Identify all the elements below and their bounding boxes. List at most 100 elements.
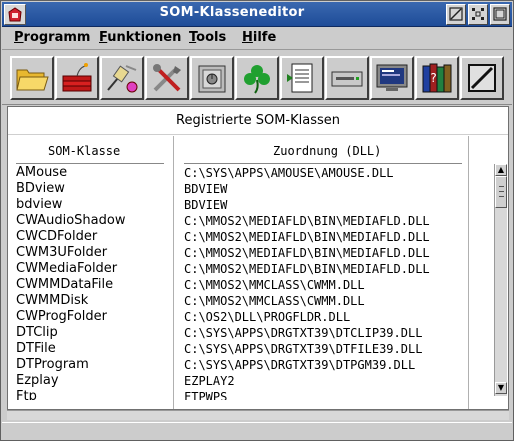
dll-path-cell: C:\MMOS2\MEDIAFLD\BIN\MEDIAFLD.DLL — [184, 262, 430, 276]
window-icon — [8, 7, 22, 22]
dll-path-cell: C:\MMOS2\MEDIAFLD\BIN\MEDIAFLD.DLL — [184, 246, 430, 260]
unplug-icon — [107, 65, 138, 93]
shredder-icon — [468, 64, 496, 92]
class-name-cell: CWAudioShadow — [16, 213, 126, 228]
dll-path-cell: BDVIEW — [184, 198, 228, 212]
dll-path-cell: BDVIEW — [184, 182, 228, 196]
menu-hilfe[interactable]: Hilfe — [242, 30, 276, 45]
hide-icon — [449, 7, 463, 21]
list-item[interactable]: AMouse C:\SYS\APPS\AMOUSE\AMOUSE.DLL — [8, 165, 468, 181]
list-item[interactable]: DTProgram C:\SYS\APPS\DRGTXT39\DTPGM39.DL… — [8, 357, 468, 373]
monitor-icon — [376, 64, 408, 91]
drive-icon — [331, 71, 363, 87]
menu-bar: Programm Funktionen Tools Hilfe — [2, 28, 512, 50]
list-item[interactable]: BDview BDVIEW — [8, 181, 468, 197]
scroll-up-arrow[interactable]: ▲ — [495, 164, 507, 176]
menu-programm[interactable]: Programm — [14, 30, 90, 45]
menu-tools[interactable]: Tools — [189, 30, 226, 45]
safe-icon — [198, 65, 226, 93]
restore-icon — [472, 8, 484, 20]
class-list: AMouse C:\SYS\APPS\AMOUSE\AMOUSE.DLL BDvie… — [8, 164, 468, 400]
hide-button[interactable] — [446, 4, 466, 25]
vertical-scrollbar[interactable]: ▲ ▼ — [494, 164, 507, 396]
list-item[interactable]: CWMMDisk C:\MMOS2\MMCLASS\CWMM.DLL — [8, 293, 468, 309]
toolbar: ? — [2, 51, 512, 105]
scroll-thumb[interactable] — [495, 176, 507, 208]
dll-path-cell: C:\SYS\APPS\DRGTXT39\DTCLIP39.DLL — [184, 326, 423, 340]
dll-path-cell: C:\MMOS2\MMCLASS\CWMM.DLL — [184, 278, 365, 292]
class-name-cell: AMouse — [16, 165, 68, 180]
repair-tools-icon — [153, 64, 181, 92]
class-name-cell: DTFile — [16, 341, 56, 356]
class-name-cell: Ftp — [16, 389, 37, 400]
dll-path-cell: C:\MMOS2\MMCLASS\CWMM.DLL — [184, 294, 365, 308]
window-title: SOM-Klasseneditor — [159, 5, 305, 20]
restore-button[interactable] — [468, 4, 488, 25]
grip-line — [499, 191, 504, 192]
grip-line — [499, 186, 504, 187]
class-name-cell: CWProgFolder — [16, 309, 107, 324]
list-item[interactable]: Ftp FTPWPS — [8, 389, 468, 400]
list-item[interactable]: CWCDFolder C:\MMOS2\MEDIAFLD\BIN\MEDIAFLD… — [8, 229, 468, 245]
register-document-icon — [287, 63, 313, 93]
dll-path-cell: FTPWPS — [184, 390, 228, 400]
class-name-cell: CWCDFolder — [16, 229, 98, 244]
drive-button[interactable] — [325, 56, 369, 100]
dll-path-cell: C:\SYS\APPS\AMOUSE\AMOUSE.DLL — [184, 166, 394, 180]
exit-button[interactable] — [460, 56, 504, 100]
list-item[interactable]: DTFile C:\SYS\APPS\DRGTXT39\DTFILE39.DLL — [8, 341, 468, 357]
dll-path-cell: C:\OS2\DLL\PROGFLDR.DLL — [184, 310, 351, 324]
svg-text:?: ? — [430, 71, 436, 85]
panel-title: Registrierte SOM-Klassen — [8, 107, 508, 135]
list-item[interactable]: CWAudioShadow C:\MMOS2\MEDIAFLD\BIN\MEDIA… — [8, 213, 468, 229]
list-item[interactable]: CWMMDataFile C:\MMOS2\MMCLASS\CWMM.DLL — [8, 277, 468, 293]
title-bar[interactable]: SOM-Klasseneditor — [2, 2, 512, 27]
column-header-dll[interactable]: Zuordnung (DLL) — [273, 144, 381, 158]
class-name-cell: bdview — [16, 197, 63, 212]
list-item[interactable]: CWMediaFolder C:\MMOS2\MEDIAFLD\BIN\MEDIA… — [8, 261, 468, 277]
list-item[interactable]: Ezplay EZPLAY2 — [8, 373, 468, 389]
dll-path-cell: C:\SYS\APPS\DRGTXT39\DTPGM39.DLL — [184, 358, 416, 372]
scroll-down-arrow[interactable]: ▼ — [495, 382, 507, 394]
class-name-cell: CWMediaFolder — [16, 261, 118, 276]
monitor-button[interactable] — [370, 56, 414, 100]
main-window: SOM-Klasseneditor Programm Funktionen To… — [0, 0, 514, 441]
repair-button[interactable] — [145, 56, 189, 100]
class-name-cell: DTClip — [16, 325, 58, 340]
dll-path-cell: C:\MMOS2\MEDIAFLD\BIN\MEDIAFLD.DLL — [184, 230, 430, 244]
help-button[interactable]: ? — [415, 56, 459, 100]
status-bar — [2, 422, 512, 440]
class-list-panel: Registrierte SOM-Klassen SOM-Klasse Zuor… — [7, 106, 509, 410]
class-name-cell: CWMMDisk — [16, 293, 89, 308]
save-button[interactable] — [190, 56, 234, 100]
dll-path-cell: EZPLAY2 — [184, 374, 235, 388]
close-button[interactable] — [490, 4, 510, 25]
dynamite-icon — [62, 63, 92, 92]
register-button[interactable] — [280, 56, 324, 100]
class-name-cell: DTProgram — [16, 357, 89, 372]
dll-path-cell: C:\SYS\APPS\DRGTXT39\DTFILE39.DLL — [184, 342, 423, 356]
maximize-icon — [493, 7, 507, 21]
grip-line — [499, 196, 504, 197]
class-name-cell: Ezplay — [16, 373, 59, 388]
class-name-cell: CWM3UFolder — [16, 245, 108, 260]
system-menu-button[interactable] — [4, 4, 26, 25]
delete-button[interactable] — [55, 56, 99, 100]
class-name-cell: BDview — [16, 181, 65, 196]
horizontal-scrollbar[interactable] — [7, 410, 509, 420]
column-header-class[interactable]: SOM-Klasse — [48, 144, 120, 158]
column-divider — [468, 136, 469, 409]
books-help-icon: ? — [422, 63, 452, 93]
list-item[interactable]: DTClip C:\SYS\APPS\DRGTXT39\DTCLIP39.DLL — [8, 325, 468, 341]
list-item[interactable]: CWM3UFolder C:\MMOS2\MEDIAFLD\BIN\MEDIAFL… — [8, 245, 468, 261]
class-name-cell: CWMMDataFile — [16, 277, 114, 292]
menu-funktionen[interactable]: Funktionen — [99, 30, 181, 45]
unregister-button[interactable] — [100, 56, 144, 100]
lucky-button[interactable] — [235, 56, 279, 100]
list-item[interactable]: bdview BDVIEW — [8, 197, 468, 213]
open-folder-icon — [16, 69, 49, 91]
dll-path-cell: C:\MMOS2\MEDIAFLD\BIN\MEDIAFLD.DLL — [184, 214, 430, 228]
open-button[interactable] — [10, 56, 54, 100]
shamrock-icon — [244, 65, 270, 94]
list-item[interactable]: CWProgFolder C:\OS2\DLL\PROGFLDR.DLL — [8, 309, 468, 325]
